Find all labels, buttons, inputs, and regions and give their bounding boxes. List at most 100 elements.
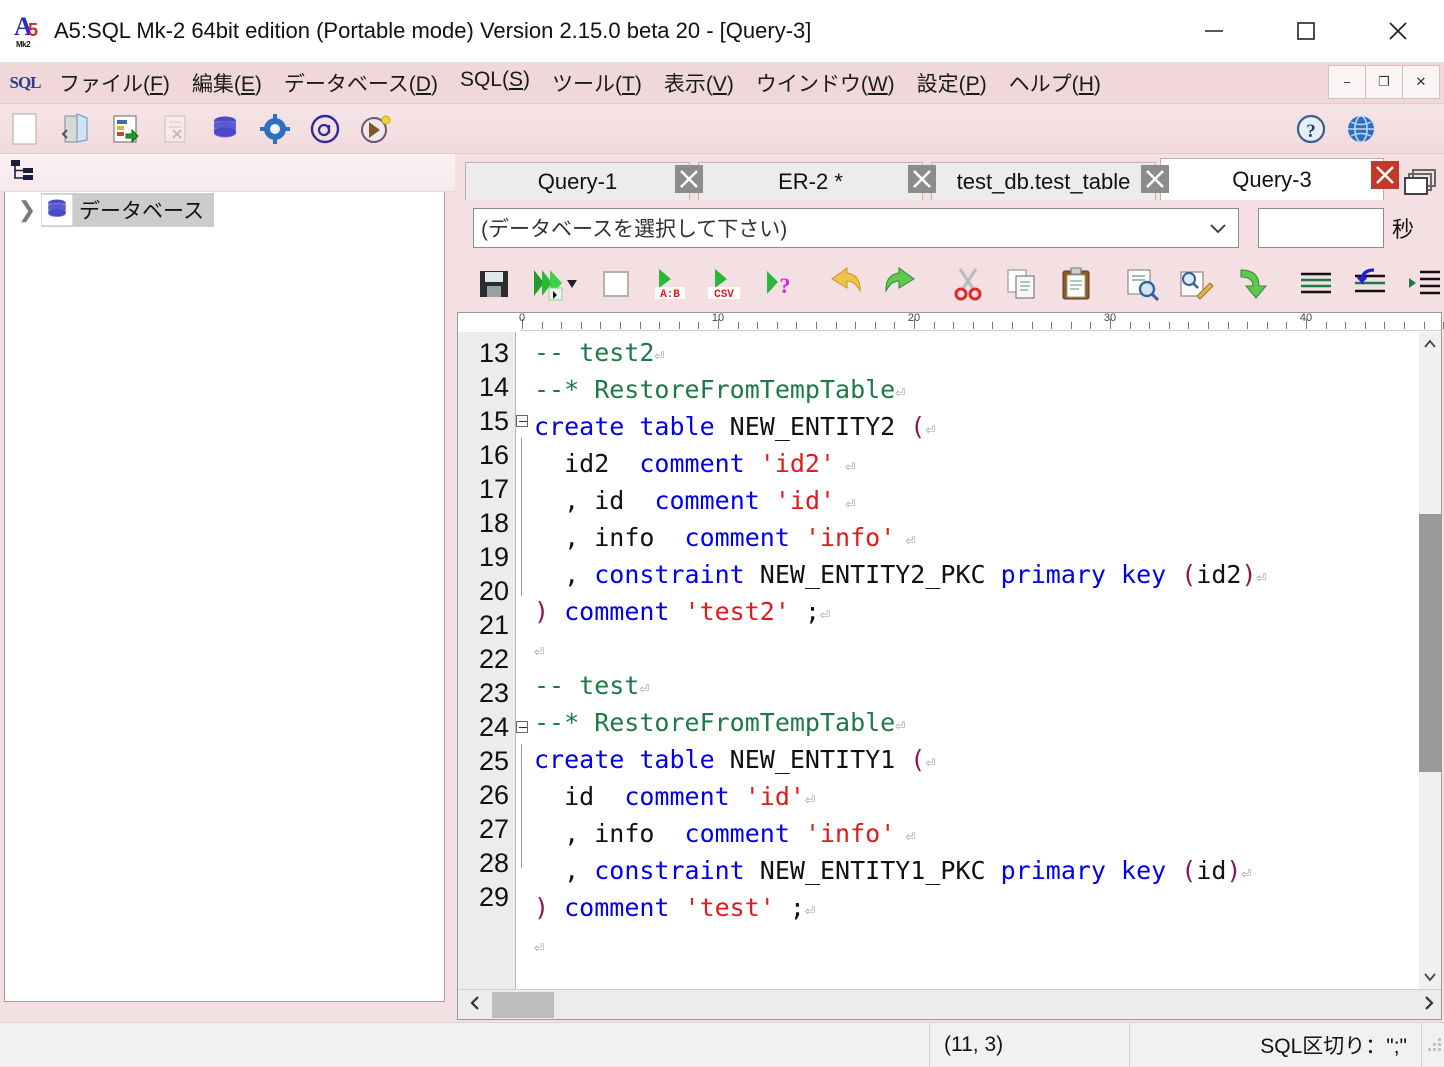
chevron-down-icon[interactable] [1198,209,1238,247]
code-token: , [534,856,594,885]
history-icon[interactable] [350,107,400,151]
ruler-tick [894,322,895,329]
menu-item-6[interactable]: 表示(V) [653,65,745,101]
menu-item-2[interactable]: 編集(E) [181,65,273,101]
copy-icon[interactable] [995,260,1049,308]
unformat-sql-icon[interactable] [1343,260,1397,308]
mdi-restore-button[interactable]: ❐ [1365,65,1403,99]
mdi-minimize-button[interactable]: − [1328,65,1366,99]
code-token: create table [534,412,730,441]
mdi-window-controls: − ❐ ✕ [1329,65,1440,99]
goto-icon[interactable] [1223,260,1277,308]
editor-horizontal-scrollbar[interactable] [458,989,1441,1019]
chevron-right-icon[interactable]: ❯ [13,199,41,221]
minimize-button[interactable] [1168,0,1260,62]
paste-icon[interactable] [1049,260,1103,308]
cut-icon[interactable] [941,260,995,308]
timeout-seconds-input[interactable] [1258,208,1384,248]
code-token: create table [534,745,730,774]
code-fold-column[interactable] [516,332,530,989]
tab-Query-3[interactable]: Query-3 [1160,158,1384,200]
ruler-tick [1090,322,1091,329]
fold-marker [516,744,530,778]
window-stack-icon[interactable] [1404,168,1438,196]
tab-close-icon[interactable] [1371,161,1399,189]
fold-marker[interactable] [516,404,530,438]
indent-icon[interactable] [1397,260,1444,308]
database-icon[interactable] [200,107,250,151]
menu-item-5[interactable]: ツール(T) [541,65,653,101]
chevron-down-icon[interactable] [1419,965,1441,989]
database-select[interactable]: (データベースを選択して下さい) [473,208,1239,248]
ruler-tick [1149,322,1150,329]
code-line: create table NEW_ENTITY2 (⏎ [534,410,1419,447]
format-sql-icon[interactable] [1289,260,1343,308]
menu-item-9[interactable]: ヘルプ(H) [998,65,1112,101]
code-token: ⏎ [639,679,649,699]
chevron-up-icon[interactable] [1419,332,1441,356]
new-file-icon[interactable] [0,107,50,151]
code-token: id2 [534,449,639,478]
tab-ER-2[interactable]: ER-2 * [698,162,923,200]
menu-item-1[interactable]: ファイル(F) [48,65,181,101]
ruler-label: 40 [1300,312,1312,324]
redo-icon[interactable] [873,260,927,308]
menu-item-3[interactable]: データベース(D) [273,65,449,101]
resize-grip[interactable] [1426,1036,1444,1054]
code-token: ⏎ [534,642,544,662]
ruler-tick [953,322,954,329]
save-icon[interactable] [467,260,521,308]
mail-icon[interactable] [300,107,350,151]
editor-code-area[interactable]: 1314151617181920212223242526272829 -- te… [458,332,1419,989]
globe-icon[interactable] [1336,107,1386,151]
export-csv-icon[interactable]: CSV [697,260,751,308]
help-icon[interactable]: ? [1286,107,1336,151]
menu-item-8[interactable]: 設定(P) [906,65,998,101]
replace-icon[interactable] [1169,260,1223,308]
chevron-right-icon[interactable] [1423,995,1435,1015]
menu-item-7[interactable]: ウインドウ(W) [745,65,906,101]
main-toolbar: ? [0,104,1444,154]
database-tree[interactable]: ❯ データベース [4,192,445,1002]
explain-plan-icon[interactable]: ? [751,260,805,308]
code-line: ⏎ [534,632,1419,669]
maximize-button[interactable] [1260,0,1352,62]
cursor-position: (11, 3) [930,1023,1130,1067]
find-icon[interactable] [1115,260,1169,308]
tab-close-icon[interactable] [1141,165,1169,193]
code-line: , id comment 'id' ⏎ [534,484,1419,521]
line-number: 19 [458,540,515,574]
tab-label: Query-1 [538,169,617,195]
horizontal-scroll-thumb[interactable] [492,992,554,1018]
sql-editor[interactable]: 01020304050 1314151617181920212223242526… [457,312,1442,1020]
undo-icon[interactable] [819,260,873,308]
code-text[interactable]: -- test2⏎--* RestoreFromTempTable⏎create… [530,332,1419,989]
fold-marker [516,370,530,404]
tab-Query-1[interactable]: Query-1 [465,162,690,200]
close-button[interactable] [1352,0,1444,62]
open-file-icon[interactable] [50,107,100,151]
tab-close-icon[interactable] [908,165,936,193]
tree-item-content[interactable]: データベース [41,193,214,227]
tree-item-database[interactable]: ❯ データベース [5,192,444,228]
mdi-close-button[interactable]: ✕ [1402,65,1440,99]
export-ab-icon[interactable]: A:B [643,260,697,308]
left-panel: ❯ データベース [0,154,455,1022]
chevron-left-icon[interactable] [458,995,492,1015]
fold-marker[interactable] [516,710,530,744]
editor-vertical-scrollbar[interactable] [1419,332,1441,989]
database-icon [41,194,73,226]
settings-gear-icon[interactable] [250,107,300,151]
tree-view-icon[interactable] [8,157,36,188]
menu-item-4[interactable]: SQL(S) [449,65,541,101]
ruler-tick [698,322,699,329]
vertical-scroll-thumb[interactable] [1419,514,1441,772]
ruler-tick [1188,322,1189,329]
line-number: 22 [458,642,515,676]
import-data-icon[interactable] [100,107,150,151]
left-panel-toolbar [0,154,455,192]
execute-sql-icon[interactable] [521,260,589,308]
tab-test_db.test_table[interactable]: test_db.test_table [931,162,1156,200]
code-line: ) comment 'test' ;⏎ [534,891,1419,928]
tab-close-icon[interactable] [675,165,703,193]
